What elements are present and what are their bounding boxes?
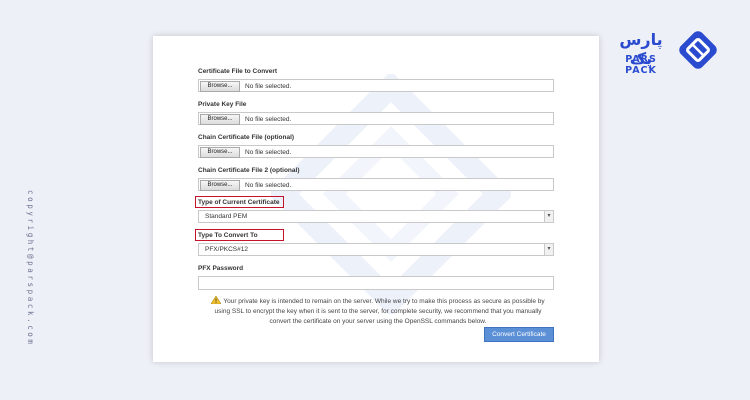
notice-line-2: using SSL to encrypt the key when it is …	[214, 308, 542, 315]
chain-cert-2-label: Chain Certificate File 2 (optional)	[198, 167, 300, 174]
cert-file-input[interactable]: Browse... No file selected.	[198, 79, 554, 92]
notice-line-3: convert the certificate on your server u…	[269, 318, 487, 325]
cert-file-browse-button[interactable]: Browse...	[200, 81, 240, 92]
notice-line-1: Your private key is intended to remain o…	[223, 298, 545, 305]
cert-file-label: Certificate File to Convert	[198, 68, 278, 75]
current-type-value: Standard PEM	[205, 213, 248, 220]
current-type-label: Type of Current Certificate	[198, 199, 280, 206]
convert-to-value: PFX/PKCS#12	[205, 246, 248, 253]
chain-cert-2-status: No file selected.	[245, 182, 292, 189]
chain-cert-browse-button[interactable]: Browse...	[200, 147, 240, 158]
private-key-label: Private Key File	[198, 101, 247, 108]
chain-cert-status: No file selected.	[245, 149, 292, 156]
convert-to-select[interactable]: PFX/PKCS#12 ▾	[198, 243, 554, 256]
chain-cert-label: Chain Certificate File (optional)	[198, 134, 295, 141]
cert-file-status: No file selected.	[245, 83, 292, 90]
chain-cert-2-browse-button[interactable]: Browse...	[200, 180, 240, 191]
parspack-logo-icon	[679, 31, 717, 69]
brand-name-en: PARS PACK	[625, 54, 657, 76]
chevron-down-icon: ▾	[544, 244, 553, 255]
convert-form-card: Certificate File to Convert Browse... No…	[153, 36, 599, 362]
copyright-text: copyright@parspack.com	[26, 190, 35, 347]
private-key-input[interactable]: Browse... No file selected.	[198, 112, 554, 125]
private-key-status: No file selected.	[245, 116, 292, 123]
current-type-select[interactable]: Standard PEM ▾	[198, 210, 554, 223]
chevron-down-icon: ▾	[544, 211, 553, 222]
brand-logo: پارس پک PARS PACK	[610, 28, 722, 76]
chain-cert-2-input[interactable]: Browse... No file selected.	[198, 178, 554, 191]
warning-triangle-icon	[211, 296, 222, 304]
convert-to-label: Type To Convert To	[198, 232, 258, 239]
security-notice: Your private key is intended to remain o…	[197, 296, 559, 327]
chain-cert-input[interactable]: Browse... No file selected.	[198, 145, 554, 158]
pfx-password-label: PFX Password	[198, 265, 244, 272]
convert-certificate-button[interactable]: Convert Certificate	[484, 327, 554, 342]
pfx-password-input[interactable]	[198, 276, 554, 290]
private-key-browse-button[interactable]: Browse...	[200, 114, 240, 125]
